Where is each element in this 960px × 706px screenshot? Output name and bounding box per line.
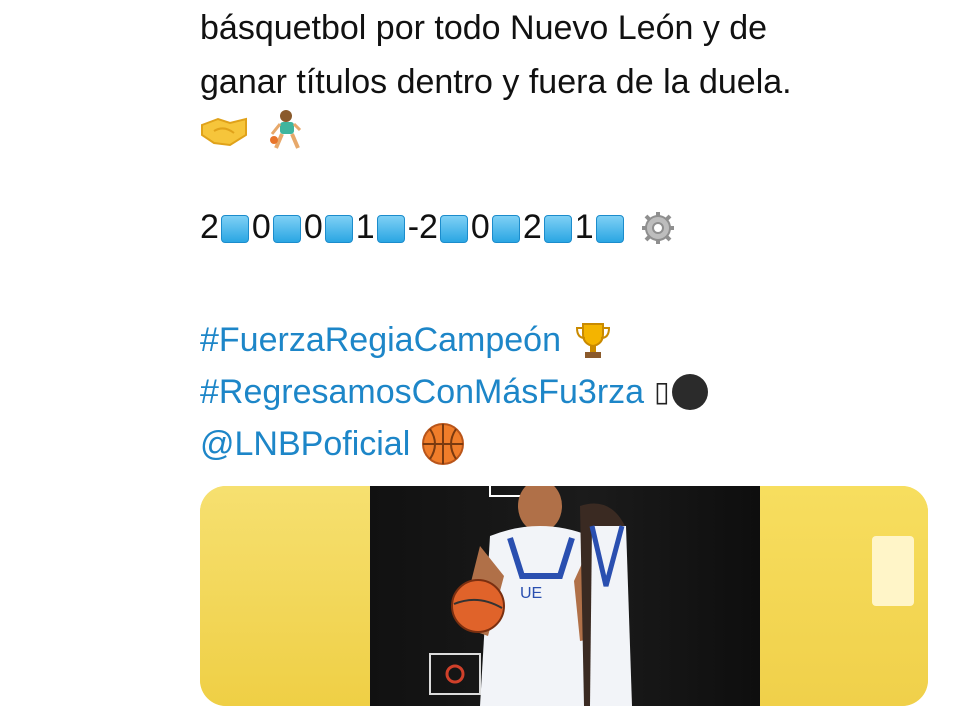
counter-digit: 2 xyxy=(200,208,219,246)
counter-digit: 1 xyxy=(355,208,375,246)
tweet-media-video[interactable]: UE xyxy=(200,486,928,706)
keycap-icon xyxy=(324,214,353,243)
counter-digit: 0 xyxy=(470,208,490,246)
media-left-panel xyxy=(200,486,370,706)
svg-text:UE: UE xyxy=(520,585,542,602)
gear-icon xyxy=(641,211,674,244)
emoji-row xyxy=(200,108,310,154)
tweet-text-line-1: básquetbol por todo Nuevo León y de xyxy=(200,9,768,47)
media-center-panel: UE xyxy=(370,486,760,706)
keycap-icon xyxy=(272,214,301,243)
hashtag-link[interactable]: #RegresamosConMásFu3rza xyxy=(200,366,644,418)
player-figure: UE xyxy=(429,486,632,706)
media-right-panel xyxy=(760,486,928,706)
hashtag-row-2: #RegresamosConMásFu3rza ▯ xyxy=(200,366,710,418)
counter-digit: 2 xyxy=(522,208,542,246)
tweet-text-line-2: ganar títulos dentro y fuera de la duela… xyxy=(200,63,792,101)
counter-digit: -2 xyxy=(407,208,438,246)
keycap-icon xyxy=(543,214,572,243)
counter-digit: 1 xyxy=(574,208,594,246)
trophy-icon xyxy=(575,323,610,358)
hashtag-row-1: #FuerzaRegiaCampeón xyxy=(200,314,615,366)
unknown-glyph: ▯ xyxy=(654,376,670,407)
person-dribbling-icon xyxy=(270,110,302,149)
hashtag-link[interactable]: #FuerzaRegiaCampeón xyxy=(200,314,561,366)
counter-digit: 0 xyxy=(251,208,271,246)
keycap-icon xyxy=(595,214,624,243)
mention-link[interactable]: @LNBPoficial xyxy=(200,418,410,470)
basketball-icon xyxy=(422,423,465,465)
keycap-icon xyxy=(491,214,520,243)
black-circle-icon xyxy=(671,374,708,410)
counter-digit: 0 xyxy=(303,208,323,246)
handshake-icon xyxy=(201,117,247,147)
mention-row: @LNBPoficial xyxy=(200,418,466,470)
keycap-icon xyxy=(376,214,405,243)
season-counter: 2 0 0 1 -2 0 2 1 xyxy=(200,208,675,247)
keycap-icon xyxy=(439,214,468,243)
keycap-icon xyxy=(220,214,249,243)
